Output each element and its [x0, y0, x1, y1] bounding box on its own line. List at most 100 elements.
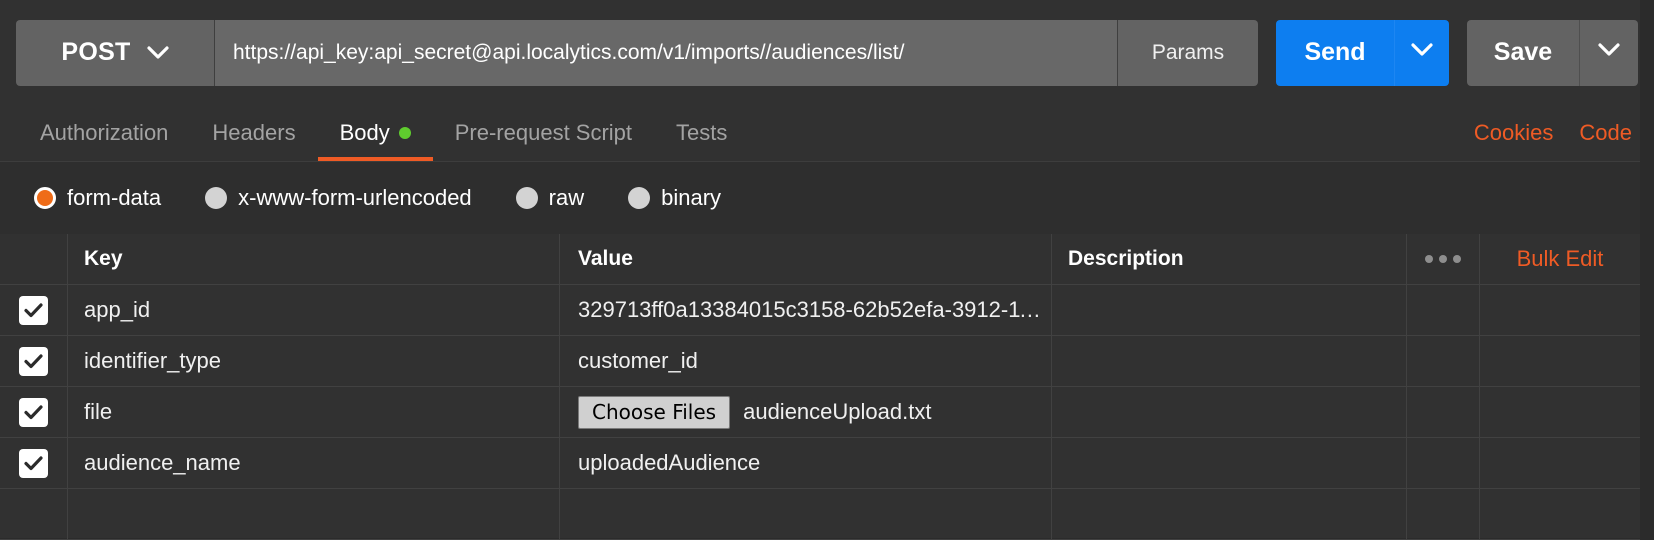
row-description-cell[interactable] — [1052, 387, 1407, 437]
body-type-label: raw — [549, 185, 584, 211]
row-check-cell — [0, 438, 68, 488]
row-description-cell[interactable] — [1052, 285, 1407, 335]
params-button[interactable]: Params — [1118, 20, 1258, 86]
header-description-cell: Description — [1052, 234, 1407, 284]
vertical-scrollbar[interactable] — [1640, 0, 1654, 538]
row-actions-cell — [1407, 438, 1480, 488]
tab-label: Pre-request Script — [455, 120, 632, 146]
request-tabs-bar: Authorization Headers Body Pre-request Scri… — [0, 105, 1654, 162]
form-data-table: Key Value Description Bulk Edit app_id 32… — [0, 234, 1640, 538]
body-type-label: x-www-form-urlencoded — [238, 185, 472, 211]
row-check-cell — [0, 489, 68, 539]
row-value-cell[interactable]: 329713ff0a13384015c3158-62b52efa-3912-11… — [560, 285, 1052, 335]
request-url-bar: POST https://api_key:api_secret@api.loca… — [0, 0, 1654, 105]
tab-headers[interactable]: Headers — [190, 105, 317, 161]
body-type-radio-group: form-data x-www-form-urlencoded raw binary — [0, 162, 1654, 234]
method-url-group: POST https://api_key:api_secret@api.loca… — [16, 20, 1258, 86]
cookies-link[interactable]: Cookies — [1474, 120, 1553, 146]
row-value-cell[interactable]: uploadedAudience — [560, 438, 1052, 488]
body-type-form-data[interactable]: form-data — [34, 185, 161, 211]
table-row: identifier_type customer_id — [0, 336, 1640, 387]
tab-pre-request-script[interactable]: Pre-request Script — [433, 105, 654, 161]
save-options-button[interactable] — [1579, 20, 1638, 86]
header-key-cell: Key — [68, 234, 560, 284]
choose-files-button[interactable]: Choose Files — [578, 396, 730, 429]
table-row: app_id 329713ff0a13384015c3158-62b52efa-3… — [0, 285, 1640, 336]
radio-unselected-icon[interactable] — [628, 187, 650, 209]
tab-authorization[interactable]: Authorization — [18, 105, 190, 161]
request-tabs: Authorization Headers Body Pre-request Scri… — [0, 105, 749, 161]
save-button[interactable]: Save — [1467, 20, 1579, 86]
row-value-cell[interactable]: customer_id — [560, 336, 1052, 386]
send-button[interactable]: Send — [1276, 20, 1394, 86]
chevron-down-icon — [1411, 43, 1433, 62]
body-present-indicator-icon — [399, 127, 411, 139]
body-type-x-www-form-urlencoded[interactable]: x-www-form-urlencoded — [205, 185, 472, 211]
row-check-cell — [0, 285, 68, 335]
tabs-right-links: Cookies Code — [1474, 105, 1654, 161]
row-actions-cell — [1407, 387, 1480, 437]
radio-selected-icon[interactable] — [34, 187, 56, 209]
header-value-label: Value — [578, 247, 633, 271]
row-actions-cell — [1407, 336, 1480, 386]
chevron-down-icon — [1598, 43, 1620, 62]
row-key-cell[interactable]: identifier_type — [68, 336, 560, 386]
file-input-wrapper: Choose Files audienceUpload.txt — [578, 396, 931, 429]
row-key-cell[interactable] — [68, 489, 560, 539]
chevron-down-icon — [147, 46, 169, 60]
tab-tests[interactable]: Tests — [654, 105, 749, 161]
tab-body[interactable]: Body — [318, 105, 433, 161]
row-trailing-cell — [1480, 285, 1640, 335]
row-description-cell[interactable] — [1052, 336, 1407, 386]
row-key-text: app_id — [84, 297, 150, 323]
row-enabled-checkbox[interactable] — [19, 296, 48, 325]
row-value-text: uploadedAudience — [578, 450, 760, 476]
row-description-cell[interactable] — [1052, 438, 1407, 488]
header-value-cell: Value — [560, 234, 1052, 284]
send-options-button[interactable] — [1394, 20, 1449, 86]
radio-unselected-icon[interactable] — [205, 187, 227, 209]
table-more-options-button[interactable] — [1407, 234, 1480, 284]
row-key-cell[interactable]: audience_name — [68, 438, 560, 488]
bulk-edit-label: Bulk Edit — [1517, 246, 1604, 272]
body-type-binary[interactable]: binary — [628, 185, 721, 211]
row-value-text: customer_id — [578, 348, 698, 374]
row-check-cell — [0, 387, 68, 437]
table-row: audience_name uploadedAudience — [0, 438, 1640, 489]
tab-label: Headers — [212, 120, 295, 146]
header-key-label: Key — [84, 247, 123, 271]
row-actions-cell — [1407, 285, 1480, 335]
row-description-cell[interactable] — [1052, 489, 1407, 539]
row-value-cell[interactable]: Choose Files audienceUpload.txt — [560, 387, 1052, 437]
table-header-row: Key Value Description Bulk Edit — [0, 234, 1640, 285]
table-row: file Choose Files audienceUpload.txt — [0, 387, 1640, 438]
header-description-label: Description — [1068, 247, 1184, 271]
row-trailing-cell — [1480, 438, 1640, 488]
row-value-cell[interactable] — [560, 489, 1052, 539]
http-method-select[interactable]: POST — [16, 20, 215, 86]
selected-file-name: audienceUpload.txt — [743, 399, 931, 425]
row-key-cell[interactable]: file — [68, 387, 560, 437]
row-enabled-checkbox[interactable] — [19, 398, 48, 427]
table-row — [0, 489, 1640, 540]
row-key-text: file — [84, 399, 112, 425]
row-enabled-checkbox[interactable] — [19, 347, 48, 376]
request-url-text: https://api_key:api_secret@api.localytic… — [233, 41, 904, 65]
row-key-cell[interactable]: app_id — [68, 285, 560, 335]
radio-unselected-icon[interactable] — [516, 187, 538, 209]
http-method-label: POST — [61, 38, 130, 67]
save-button-group: Save — [1467, 20, 1638, 86]
bulk-edit-button[interactable]: Bulk Edit — [1480, 234, 1640, 284]
row-trailing-cell — [1480, 387, 1640, 437]
body-type-raw[interactable]: raw — [516, 185, 584, 211]
row-key-text: audience_name — [84, 450, 241, 476]
request-url-input[interactable]: https://api_key:api_secret@api.localytic… — [215, 20, 1118, 86]
code-link[interactable]: Code — [1579, 120, 1632, 146]
header-check-cell — [0, 234, 68, 284]
row-enabled-checkbox[interactable] — [19, 449, 48, 478]
body-type-label: binary — [661, 185, 721, 211]
tab-label: Tests — [676, 120, 727, 146]
send-button-group: Send — [1276, 20, 1449, 86]
postman-request-pane: POST https://api_key:api_secret@api.loca… — [0, 0, 1654, 538]
save-label: Save — [1494, 38, 1552, 67]
